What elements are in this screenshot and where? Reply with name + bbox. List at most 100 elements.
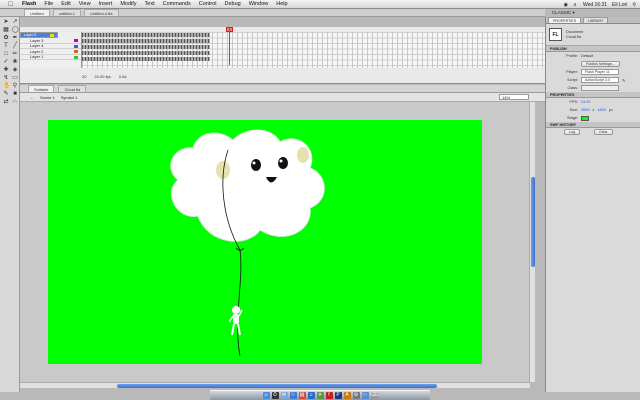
keyframes-layer-5[interactable]: [82, 33, 210, 37]
menu-window[interactable]: Window: [249, 1, 269, 7]
clear-button[interactable]: Clear: [594, 129, 613, 135]
system-preferences-icon[interactable]: ⚙: [352, 392, 360, 399]
dashboard-icon[interactable]: ⏱: [271, 392, 279, 399]
current-frame: 20: [82, 74, 87, 79]
photo-icon[interactable]: ☀: [316, 392, 324, 399]
menu-control[interactable]: Control: [199, 1, 217, 7]
zoom-select[interactable]: 14%: [499, 94, 529, 100]
zoom-icon[interactable]: ⚲: [12, 83, 18, 89]
photoshop-icon[interactable]: P: [334, 392, 342, 399]
vertical-scroll-thumb[interactable]: [531, 177, 535, 267]
status-tray: ◉ ♬ Wed 16:31 Eli Lori ⚲: [564, 0, 636, 9]
keyframes-layer-3[interactable]: [82, 39, 210, 43]
script-settings-icon[interactable]: ✎: [622, 78, 625, 83]
apple-icon[interactable]: : [8, 1, 15, 8]
menu-debug[interactable]: Debug: [224, 1, 240, 7]
breadcrumb-symbol[interactable]: Symbol 1: [61, 95, 78, 100]
keyframes-layer-1[interactable]: [82, 57, 210, 61]
playhead[interactable]: [229, 27, 230, 65]
eyedropper-icon[interactable]: ↯: [3, 75, 9, 81]
paint-bucket-icon[interactable]: ◈: [12, 67, 18, 73]
menu-modify[interactable]: Modify: [120, 1, 136, 7]
menu-view[interactable]: View: [79, 1, 91, 7]
class-field[interactable]: [581, 85, 619, 91]
flash-app-icon[interactable]: f: [325, 392, 333, 399]
stroke-color-icon[interactable]: ✎: [3, 91, 9, 97]
pen-icon[interactable]: ✒: [12, 35, 18, 41]
tab-doc-2[interactable]: untitled-1: [52, 9, 82, 16]
stage-artwork[interactable]: [48, 120, 482, 364]
tab-doc-3[interactable]: Untitled-4.fla: [84, 9, 119, 16]
elapsed-time: 0.8s: [118, 74, 127, 79]
layer-color-swatch: [74, 55, 78, 59]
vertical-scrollbar[interactable]: [529, 102, 535, 382]
keyframes-layer-4[interactable]: [82, 45, 210, 49]
menu-commands[interactable]: Commands: [163, 1, 191, 7]
layer-row[interactable]: Layer 1: [20, 54, 81, 60]
rectangle-tool-icon[interactable]: □: [3, 51, 9, 57]
document-info: FL Document Cloud.fla: [546, 24, 640, 46]
back-arrow-icon[interactable]: ←: [30, 95, 34, 100]
frame-grid[interactable]: [82, 32, 545, 68]
lasso-icon[interactable]: ✿: [3, 35, 9, 41]
trash-icon[interactable]: ⌫: [370, 392, 378, 399]
breadcrumb-scene[interactable]: Scene 1: [40, 95, 55, 100]
menu-insert[interactable]: Insert: [99, 1, 113, 7]
fps-value[interactable]: 24.00: [581, 100, 591, 104]
horizontal-scroll-thumb[interactable]: [117, 384, 437, 388]
swap-colors-icon[interactable]: ⇄: [3, 99, 9, 105]
log-button[interactable]: Log: [564, 129, 580, 135]
illustrator-icon[interactable]: A: [343, 392, 351, 399]
script-select[interactable]: ActionScript 3.0: [581, 77, 619, 83]
folder-icon[interactable]: □: [361, 392, 369, 399]
dock: ☺ ⏱ ✉ ☉ ▤ ♫ ☀ f P A ⚙ □ ⌫: [210, 390, 430, 400]
brush-icon[interactable]: ✓: [3, 59, 9, 65]
3d-rotation-icon[interactable]: ◯: [12, 27, 19, 33]
ical-icon[interactable]: ▤: [298, 392, 306, 399]
pencil-icon[interactable]: ✏: [12, 51, 18, 57]
finder-icon[interactable]: ☺: [262, 392, 270, 399]
bone-icon[interactable]: ✚: [3, 67, 9, 73]
subselection-tool-icon[interactable]: ↗: [12, 19, 18, 25]
line-tool-icon[interactable]: ╱: [12, 43, 18, 49]
free-transform-icon[interactable]: ▦: [3, 27, 9, 33]
size-width[interactable]: 3500: [581, 108, 589, 112]
player-select[interactable]: Flash Player 11: [581, 69, 619, 75]
selection-tool-icon[interactable]: ➤: [3, 19, 9, 25]
clock[interactable]: Wed 16:31: [583, 2, 607, 8]
tab-properties[interactable]: PROPERTIES: [548, 17, 582, 23]
tab-library[interactable]: LIBRARY: [583, 17, 609, 23]
mail-icon[interactable]: ✉: [280, 392, 288, 399]
itunes-icon[interactable]: ♫: [307, 392, 315, 399]
text-tool-icon[interactable]: T: [3, 43, 9, 49]
hand-icon[interactable]: ✋: [3, 83, 10, 89]
horizontal-scrollbar[interactable]: [20, 382, 530, 388]
publish-settings-button[interactable]: Publish Settings...: [581, 61, 620, 67]
fill-color-icon[interactable]: ■: [12, 91, 18, 97]
menu-app[interactable]: Flash: [22, 1, 36, 7]
spotlight-icon[interactable]: ⚲: [632, 2, 636, 8]
menu-edit[interactable]: Edit: [61, 1, 70, 7]
menu-help[interactable]: Help: [276, 1, 287, 7]
tab-solitaire[interactable]: Solitaire: [28, 85, 55, 92]
timeline-status: 20 24.00 fps 0.8s: [82, 74, 126, 79]
volume-icon[interactable]: ♬: [573, 2, 578, 8]
stick-figure[interactable]: [228, 305, 243, 336]
deco-icon[interactable]: ❀: [12, 59, 18, 65]
panel-tabs: PROPERTIES LIBRARY: [546, 17, 640, 24]
stage[interactable]: [48, 120, 482, 364]
eraser-icon[interactable]: ▭: [12, 75, 18, 81]
keyframes-layer-2[interactable]: [82, 51, 210, 55]
menu-text[interactable]: Text: [145, 1, 155, 7]
stage-color-swatch[interactable]: [581, 115, 589, 121]
workspace-switcher[interactable]: CLASSIC ▾: [552, 10, 575, 16]
safari-icon[interactable]: ☉: [289, 392, 297, 399]
menu-file[interactable]: File: [44, 1, 53, 7]
tab-doc-1[interactable]: Untitled: [24, 9, 50, 16]
snap-icon[interactable]: ∩: [12, 99, 18, 105]
size-height[interactable]: 1800: [597, 108, 605, 112]
user-name[interactable]: Eli Lori: [612, 2, 627, 8]
wifi-icon[interactable]: ◉: [564, 2, 568, 8]
cloud-character[interactable]: [170, 129, 325, 242]
tab-cloud[interactable]: Cloud.fla: [58, 85, 87, 92]
